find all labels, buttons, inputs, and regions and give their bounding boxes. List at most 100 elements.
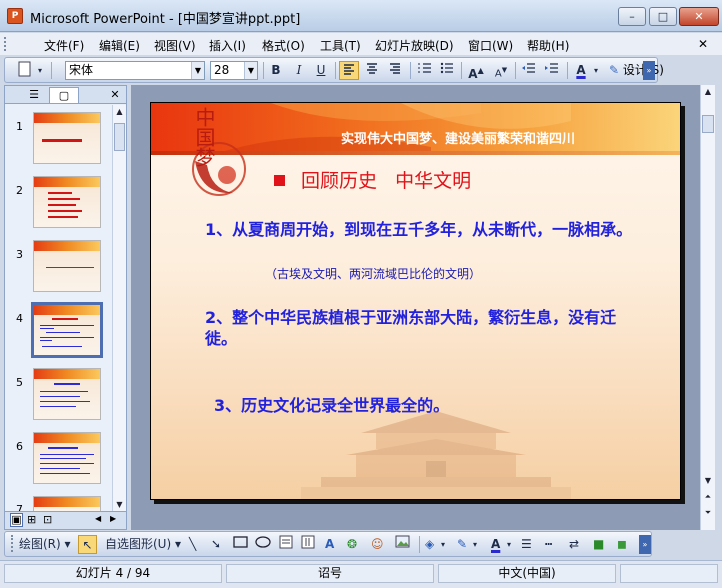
text-box-icon[interactable] [279,535,293,554]
oval-tool-icon[interactable] [255,535,271,554]
menu-format[interactable]: 格式(O) [262,37,305,54]
normal-view-icon[interactable]: ▣ [10,513,23,527]
chevron-down-icon[interactable]: ▾ [507,535,511,554]
select-objects-icon[interactable]: ↖ [78,535,97,554]
toolbar-separator [51,62,52,79]
slide-heading[interactable]: 回顾历史 中华文明 [301,166,471,193]
rectangle-tool-icon[interactable] [233,535,248,554]
align-left-button[interactable] [339,61,359,80]
slide-point-1[interactable]: 1、从夏商周开始，到现在五千多年，从未断代，一脉相承。 [205,219,645,240]
menu-slideshow[interactable]: 幻灯片放映(D) [375,37,454,54]
pane-scrollbar[interactable]: ▲ ▼ [112,105,126,512]
font-color-icon[interactable]: A [571,61,591,80]
increase-font-icon[interactable]: A▲ [466,61,486,81]
line-style-icon[interactable]: ☰ [521,535,532,554]
numbering-icon[interactable] [415,61,435,80]
clip-art-icon[interactable]: ☺ [371,535,384,554]
title-bar: P Microsoft PowerPoint - [中国梦宣讲ppt.ppt] … [0,0,722,32]
diagram-icon[interactable]: ❂ [347,535,357,554]
dash-style-icon[interactable]: ┅ [545,535,552,554]
slide-thumbnail-4[interactable] [31,302,103,358]
scroll-right-icon[interactable]: ▶ [110,514,116,523]
close-button[interactable]: ✕ [679,7,719,26]
fill-color-icon[interactable]: ◈ [425,535,434,554]
close-pane-button[interactable]: ✕ [108,87,122,103]
menu-file[interactable]: 文件(F) [44,37,84,54]
line-tool-icon[interactable]: ╲ [189,535,196,554]
scroll-up-icon[interactable]: ▲ [701,85,715,99]
menu-insert[interactable]: 插入(I) [209,37,246,54]
close-document-button[interactable]: ✕ [698,37,708,51]
chevron-down-icon[interactable]: ▾ [35,61,45,80]
thumb-number: 5 [16,376,23,389]
slide-thumbnail-6[interactable] [33,432,101,484]
toolbar-grip-handle[interactable] [11,535,15,552]
menu-window[interactable]: 窗口(W) [468,37,513,54]
slide-thumbnail-2[interactable] [33,176,101,228]
align-center-button[interactable] [362,61,382,80]
line-color-icon[interactable]: ✎ [457,535,467,554]
bold-button[interactable]: B [266,61,286,80]
slide-thumbnail-5[interactable] [33,368,101,420]
menu-edit[interactable]: 编辑(E) [99,37,140,54]
scroll-left-icon[interactable]: ◀ [95,514,101,523]
toolbar-options-icon[interactable]: » [643,61,655,80]
increase-indent-icon[interactable] [542,61,562,80]
bullets-icon[interactable] [437,61,457,80]
arrow-style-icon[interactable]: ⇄ [569,535,579,554]
wordart-icon[interactable]: A [325,535,334,554]
tab-slides[interactable]: ▢ [49,87,79,103]
tab-outline[interactable]: ☰ [19,87,49,103]
draw-menu-button[interactable]: 绘图(R) ▾ [19,535,71,554]
align-right-button[interactable] [385,61,405,80]
font-color-icon[interactable]: A [491,535,500,554]
insert-picture-icon[interactable] [395,535,410,554]
menu-view[interactable]: 视图(V) [154,37,196,54]
chevron-down-icon[interactable]: ▾ [441,535,445,554]
slide-point-2[interactable]: 2、整个中华民族植根于亚洲东部大陆，繁衍生息，没有迁徙。 [205,307,645,349]
underline-button[interactable]: U [311,61,331,80]
font-size-select[interactable]: 28 ▼ [210,61,258,80]
arrow-tool-icon[interactable]: ➘ [211,535,221,554]
scroll-thumb[interactable] [702,115,714,133]
menu-grip-handle[interactable] [4,37,8,51]
chevron-down-icon[interactable]: ▾ [473,535,477,554]
scroll-down-icon[interactable]: ▼ [113,498,126,512]
new-slide-icon[interactable] [15,61,35,80]
chevron-down-icon[interactable]: ▾ [591,61,601,80]
italic-button[interactable]: I [289,61,309,80]
menu-tools[interactable]: 工具(T) [320,37,361,54]
slide-point-note[interactable]: （古埃及文明、两河流域巴比伦的文明） [265,265,481,282]
maximize-button[interactable]: □ [649,7,677,26]
minimize-button[interactable]: – [618,7,646,26]
menu-help[interactable]: 帮助(H) [527,37,569,54]
powerpoint-app-icon[interactable]: P [7,8,23,24]
slide-thumbnail-7[interactable] [33,496,101,512]
status-design-name: 诏号 [226,564,434,583]
decrease-indent-icon[interactable] [519,61,539,80]
autoshapes-button[interactable]: 自选图形(U) ▾ [105,535,181,554]
chevron-down-icon[interactable]: ▼ [191,62,204,79]
outline-icon: ☰ [29,88,39,101]
current-slide[interactable]: 实现伟大中国梦、建设美丽繁荣和谐四川 中国梦 回顾历史 中华文明 1、从夏商周开… [150,102,681,500]
3d-style-icon[interactable]: ◼ [617,535,627,554]
design-button[interactable]: ✎ 设计(S) [609,61,664,80]
font-size-value: 28 [214,63,230,77]
slide-thumbnail-3[interactable] [33,240,101,292]
decrease-font-icon[interactable]: A▼ [491,61,511,80]
vertical-text-box-icon[interactable] [301,535,315,554]
scroll-up-icon[interactable]: ▲ [113,105,126,119]
shadow-style-icon[interactable]: ■ [593,535,604,554]
scroll-thumb[interactable] [114,123,125,151]
previous-slide-icon[interactable]: ⏶ [701,490,715,504]
font-name-select[interactable]: 宋体 ▼ [65,61,205,80]
toolbar-separator [263,62,264,79]
slide-sorter-view-icon[interactable]: ⊞ [27,513,36,526]
chevron-down-icon[interactable]: ▼ [244,62,257,79]
editor-scrollbar[interactable]: ▲ ▼ ⏶ ⏷ [700,85,715,530]
scroll-down-icon[interactable]: ▼ [701,474,715,488]
next-slide-icon[interactable]: ⏷ [701,506,715,520]
slideshow-view-icon[interactable]: ⊡ [43,513,52,526]
slide-thumbnail-1[interactable] [33,112,101,164]
toolbar-options-icon[interactable]: » [639,535,651,554]
